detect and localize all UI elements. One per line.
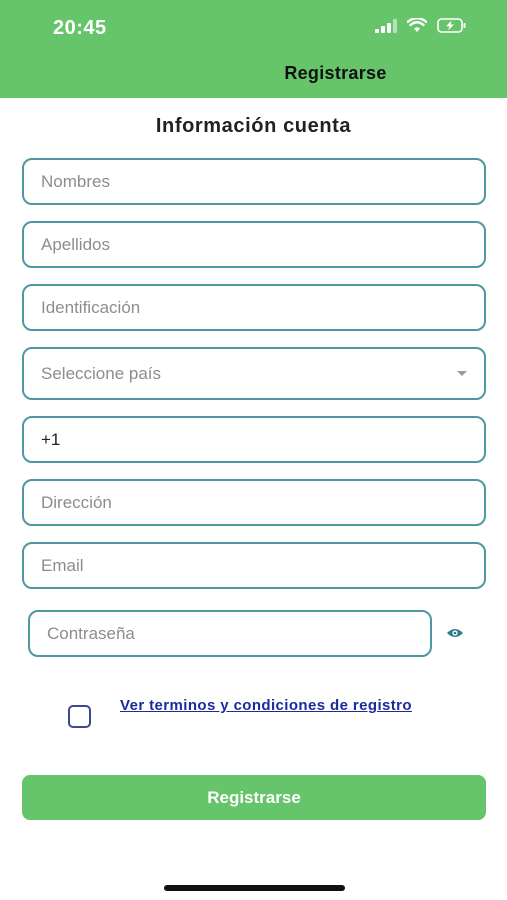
email-field (22, 542, 486, 589)
password-field (28, 610, 432, 657)
country-select[interactable]: Seleccione país (22, 347, 486, 400)
apellidos-input[interactable] (24, 223, 484, 266)
identificacion-field (22, 284, 486, 331)
header-title: Registrarse (284, 63, 387, 83)
register-button[interactable]: Registrarse (22, 775, 486, 820)
wifi-icon (407, 18, 427, 32)
email-input[interactable] (24, 544, 484, 587)
terms-checkbox[interactable] (68, 705, 91, 728)
signal-icon (375, 18, 397, 33)
battery-charging-icon (437, 18, 466, 33)
direccion-field (22, 479, 486, 526)
home-indicator (164, 885, 345, 891)
country-select-placeholder: Seleccione país (41, 363, 162, 383)
telefono-field (22, 416, 486, 463)
section-title: Información cuenta (155, 115, 352, 137)
terms-link[interactable]: Ver terminos y condiciones de registro (116, 694, 416, 718)
password-input[interactable] (30, 612, 430, 655)
apellidos-field (22, 221, 486, 268)
nombres-field (22, 158, 486, 205)
app-header: 20:45 Registrarse (0, 0, 507, 98)
phone-input[interactable] (24, 418, 484, 461)
chevron-down-icon (457, 371, 467, 376)
status-time: 20:45 (53, 17, 107, 39)
eye-icon[interactable] (446, 627, 464, 639)
nombres-input[interactable] (24, 160, 484, 203)
identificacion-input[interactable] (24, 286, 484, 329)
status-icons (375, 18, 467, 33)
direccion-input[interactable] (24, 481, 484, 524)
